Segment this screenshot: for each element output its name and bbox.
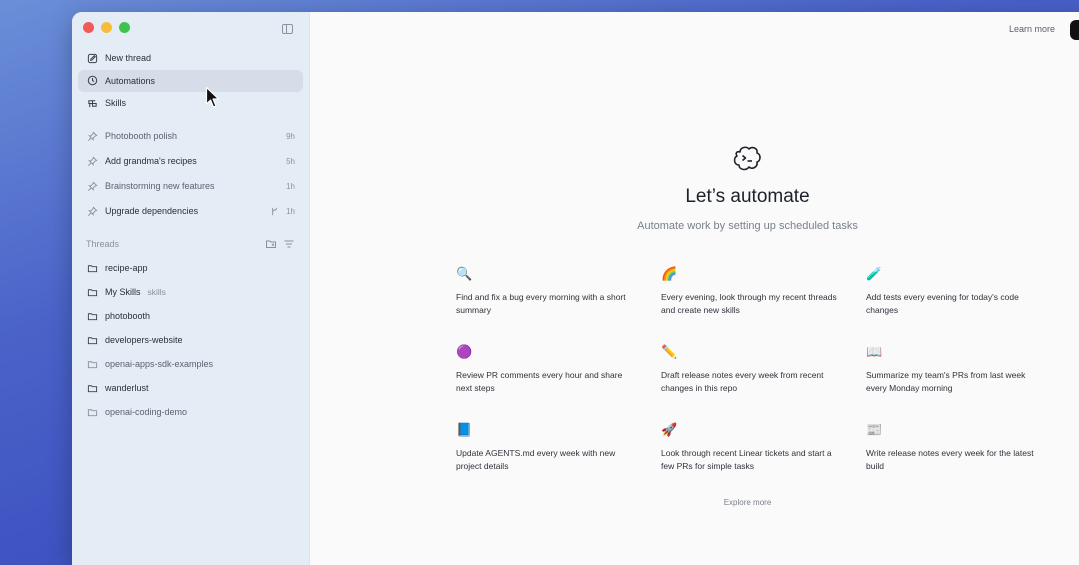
template-text: Add tests every evening for today's code… xyxy=(866,292,1019,315)
app-window: New thread Automations Skills Photobooth… xyxy=(72,12,1079,565)
primary-nav: New thread Automations Skills xyxy=(78,47,303,115)
folder-icon xyxy=(86,358,98,370)
threads-header-label: Threads xyxy=(86,239,120,249)
sidebar-item-skills[interactable]: Skills xyxy=(78,92,303,114)
sidebar-item-label: New thread xyxy=(105,53,152,63)
thread-folder-label: photobooth xyxy=(105,311,151,321)
template-card[interactable]: 📰 Write release notes every week for the… xyxy=(858,413,1053,481)
template-text: Update AGENTS.md every week with new pro… xyxy=(456,448,616,471)
folder-icon xyxy=(86,262,98,274)
speech-bubble-icon: 🟣 xyxy=(456,344,473,359)
folder-icon xyxy=(86,382,98,394)
template-card[interactable]: 🔍 Find and fix a bug every morning with … xyxy=(448,257,643,325)
explore-more-link[interactable]: Explore more xyxy=(310,498,1079,507)
terminal-cloud-icon xyxy=(730,142,764,176)
thread-folder-item[interactable]: photobooth xyxy=(78,305,303,327)
template-text: Review PR comments every hour and share … xyxy=(456,370,623,393)
thread-folder-item[interactable]: My Skills skills xyxy=(78,281,303,303)
template-card[interactable]: 🌈 Every evening, look through my recent … xyxy=(653,257,848,325)
template-text: Summarize my team's PRs from last week e… xyxy=(866,370,1026,393)
template-card[interactable]: ✏️ Draft release notes every week from r… xyxy=(653,335,848,403)
automation-templates: 🔍 Find and fix a bug every morning with … xyxy=(448,257,1048,481)
filter-icon[interactable] xyxy=(283,238,295,250)
pin-icon xyxy=(86,130,98,142)
thread-title: Add grandma's recipes xyxy=(105,156,197,166)
template-text: Every evening, look through my recent th… xyxy=(661,292,837,315)
thread-folder-item[interactable]: developers-website xyxy=(78,329,303,351)
pencil-icon: ✏️ xyxy=(661,344,678,359)
thread-folder-label: developers-website xyxy=(105,335,183,345)
folder-icon xyxy=(86,286,98,298)
pin-icon xyxy=(86,180,98,192)
thread-folder-label: wanderlust xyxy=(105,383,149,393)
pin-icon xyxy=(86,155,98,167)
thread-folder-label: My Skills xyxy=(105,287,141,297)
thread-folder-label: openai-apps-sdk-examples xyxy=(105,359,214,369)
newspaper-icon: 📰 xyxy=(866,422,883,437)
threads-section: Threads recipe-app My Skills skills phot… xyxy=(78,233,303,424)
thread-folder-item[interactable]: openai-coding-demo xyxy=(78,401,303,423)
edit-icon xyxy=(86,52,98,64)
minimize-window-button[interactable] xyxy=(101,22,112,33)
book-icon: 📖 xyxy=(866,344,883,359)
template-text: Find and fix a bug every morning with a … xyxy=(456,292,626,315)
folder-icon xyxy=(86,310,98,322)
thread-age: 1h xyxy=(286,181,295,191)
rocket-icon: 🚀 xyxy=(661,422,678,437)
template-card[interactable]: 📖 Summarize my team's PRs from last week… xyxy=(858,335,1053,403)
window-controls xyxy=(83,22,130,33)
template-text: Write release notes every week for the l… xyxy=(866,448,1034,471)
template-text: Draft release notes every week from rece… xyxy=(661,370,824,393)
new-folder-icon[interactable] xyxy=(265,238,277,250)
mouse-cursor-icon xyxy=(205,86,220,108)
thread-folder-item[interactable]: recipe-app xyxy=(78,257,303,279)
rainbow-icon: 🌈 xyxy=(661,266,678,281)
thread-age: 5h xyxy=(286,156,295,166)
thread-title: Upgrade dependencies xyxy=(105,206,199,216)
thread-title: Photobooth polish xyxy=(105,131,178,141)
sidebar-item-label: Automations xyxy=(105,75,156,86)
close-window-button[interactable] xyxy=(83,22,94,33)
branch-icon xyxy=(268,205,280,217)
folder-icon xyxy=(86,406,98,418)
toggle-sidebar-icon[interactable] xyxy=(282,24,293,34)
sidebar-item-automations[interactable]: Automations xyxy=(78,69,303,92)
automations-page: Learn more Let’s automate Automate work … xyxy=(310,12,1079,565)
thread-age: 9h xyxy=(286,131,295,141)
sidebar: New thread Automations Skills Photobooth… xyxy=(72,12,310,565)
template-card[interactable]: 📘 Update AGENTS.md every week with new p… xyxy=(448,413,643,481)
sidebar-item-new-thread[interactable]: New thread xyxy=(78,47,303,69)
thread-folder-label: recipe-app xyxy=(105,263,148,273)
folder-icon xyxy=(86,334,98,346)
account-button[interactable] xyxy=(1070,20,1079,40)
magnifier-icon: 🔍 xyxy=(456,266,473,281)
thread-title: Brainstorming new features xyxy=(105,181,215,191)
thread-folder-item[interactable]: openai-apps-sdk-examples xyxy=(78,353,303,375)
page-subtitle: Automate work by setting up scheduled ta… xyxy=(637,220,858,232)
thread-age: 1h xyxy=(286,206,295,216)
sidebar-item-label: Skills xyxy=(105,98,127,108)
skills-icon xyxy=(86,97,98,109)
learn-more-link[interactable]: Learn more xyxy=(1009,24,1055,34)
thread-folder-item[interactable]: wanderlust xyxy=(78,377,303,399)
pinned-threads: Photobooth polish 9h Add grandma's recip… xyxy=(78,125,303,223)
clock-icon xyxy=(86,75,98,87)
template-card[interactable]: 🟣 Review PR comments every hour and shar… xyxy=(448,335,643,403)
pinned-thread-item[interactable]: Add grandma's recipes 5h xyxy=(78,150,303,172)
page-title: Let’s automate xyxy=(685,186,810,207)
template-text: Look through recent Linear tickets and s… xyxy=(661,448,832,471)
zoom-window-button[interactable] xyxy=(119,22,130,33)
template-card[interactable]: 🧪 Add tests every evening for today's co… xyxy=(858,257,1053,325)
pinned-thread-item[interactable]: Upgrade dependencies 1h xyxy=(78,200,303,222)
pinned-thread-item[interactable]: Photobooth polish 9h xyxy=(78,125,303,147)
threads-header: Threads xyxy=(78,233,303,255)
thread-folder-label: openai-coding-demo xyxy=(105,407,188,417)
notebook-icon: 📘 xyxy=(456,422,473,437)
pin-icon xyxy=(86,205,98,217)
template-card[interactable]: 🚀 Look through recent Linear tickets and… xyxy=(653,413,848,481)
thread-folder-sublabel: skills xyxy=(147,287,166,297)
test-tube-icon: 🧪 xyxy=(866,266,883,281)
pinned-thread-item[interactable]: Brainstorming new features 1h xyxy=(78,175,303,197)
